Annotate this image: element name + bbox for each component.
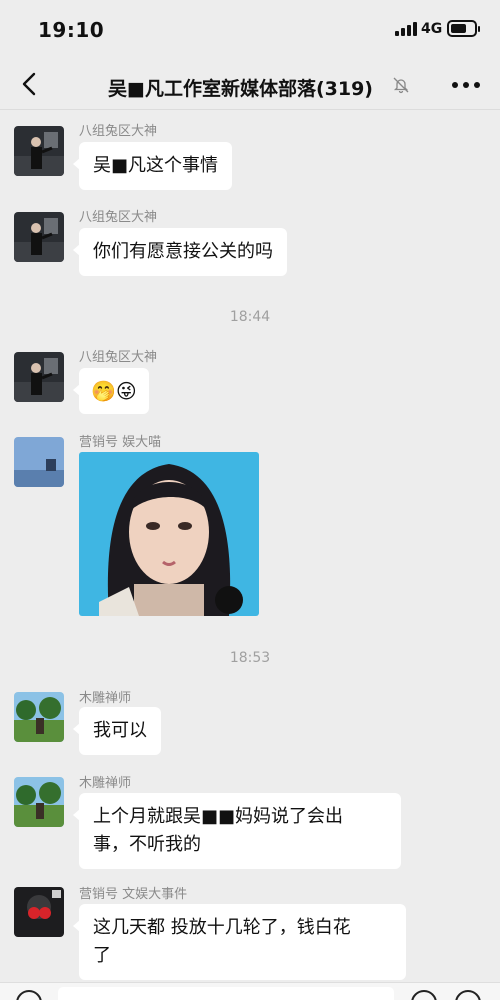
message-bubble[interactable]: 你们有愿意接公关的吗 bbox=[73, 228, 287, 276]
chevron-left-icon[interactable] bbox=[18, 71, 42, 97]
message-bubble[interactable]: 🤭😜 bbox=[73, 368, 149, 414]
photo-message[interactable] bbox=[79, 452, 259, 616]
avatar[interactable] bbox=[14, 437, 64, 487]
message-line: 了 bbox=[93, 945, 111, 966]
message-bubble[interactable]: 吴■凡这个事情 bbox=[72, 142, 233, 190]
avatar[interactable] bbox=[14, 692, 64, 742]
signal-icon bbox=[395, 22, 417, 36]
sender-name: 营销号 娱大喵 bbox=[79, 435, 162, 450]
sender-name: 八组兔区大神 bbox=[79, 350, 158, 365]
sender-name: 木雕禅师 bbox=[79, 776, 132, 791]
emoji-icon[interactable] bbox=[411, 990, 437, 1000]
plus-icon[interactable] bbox=[455, 990, 481, 1000]
sender-name: 营销号 文娱大事件 bbox=[79, 887, 188, 902]
status-bar: 19:10 4G bbox=[0, 0, 500, 58]
battery-icon bbox=[447, 20, 480, 37]
message-bubble[interactable]: 这几天都 投放十几轮了，钱白花 了 bbox=[73, 904, 406, 980]
sender-name: 八组兔区大神 bbox=[79, 124, 158, 139]
bell-slash-icon bbox=[393, 77, 409, 94]
avatar[interactable] bbox=[14, 212, 64, 262]
avatar[interactable] bbox=[14, 887, 64, 937]
message-line: 上个月就跟吴■■妈妈说了会出 bbox=[93, 806, 344, 827]
avatar[interactable] bbox=[14, 352, 64, 402]
network-label: 4G bbox=[421, 21, 443, 37]
message-input[interactable] bbox=[58, 987, 394, 1000]
more-dots-icon[interactable] bbox=[452, 82, 480, 90]
avatar[interactable] bbox=[14, 126, 64, 176]
time-divider: 18:44 bbox=[229, 309, 271, 325]
chat-title: 吴■凡工作室新媒体部落(319) bbox=[108, 78, 373, 100]
status-time: 19:10 bbox=[38, 18, 105, 42]
chat-header: 吴■凡工作室新媒体部落(319) bbox=[0, 58, 500, 110]
sender-name: 八组兔区大神 bbox=[79, 210, 158, 225]
time-divider: 18:53 bbox=[229, 650, 271, 666]
sender-name: 木雕禅师 bbox=[79, 691, 132, 706]
avatar[interactable] bbox=[14, 777, 64, 827]
voice-icon[interactable] bbox=[16, 990, 42, 1000]
message-line: 这几天都 投放十几轮了，钱白花 bbox=[93, 917, 351, 938]
message-bubble[interactable]: 上个月就跟吴■■妈妈说了会出 事，不听我的 bbox=[73, 793, 401, 869]
message-line: 事，不听我的 bbox=[93, 834, 201, 855]
input-bar bbox=[0, 982, 500, 1000]
message-bubble[interactable]: 我可以 bbox=[73, 707, 161, 755]
